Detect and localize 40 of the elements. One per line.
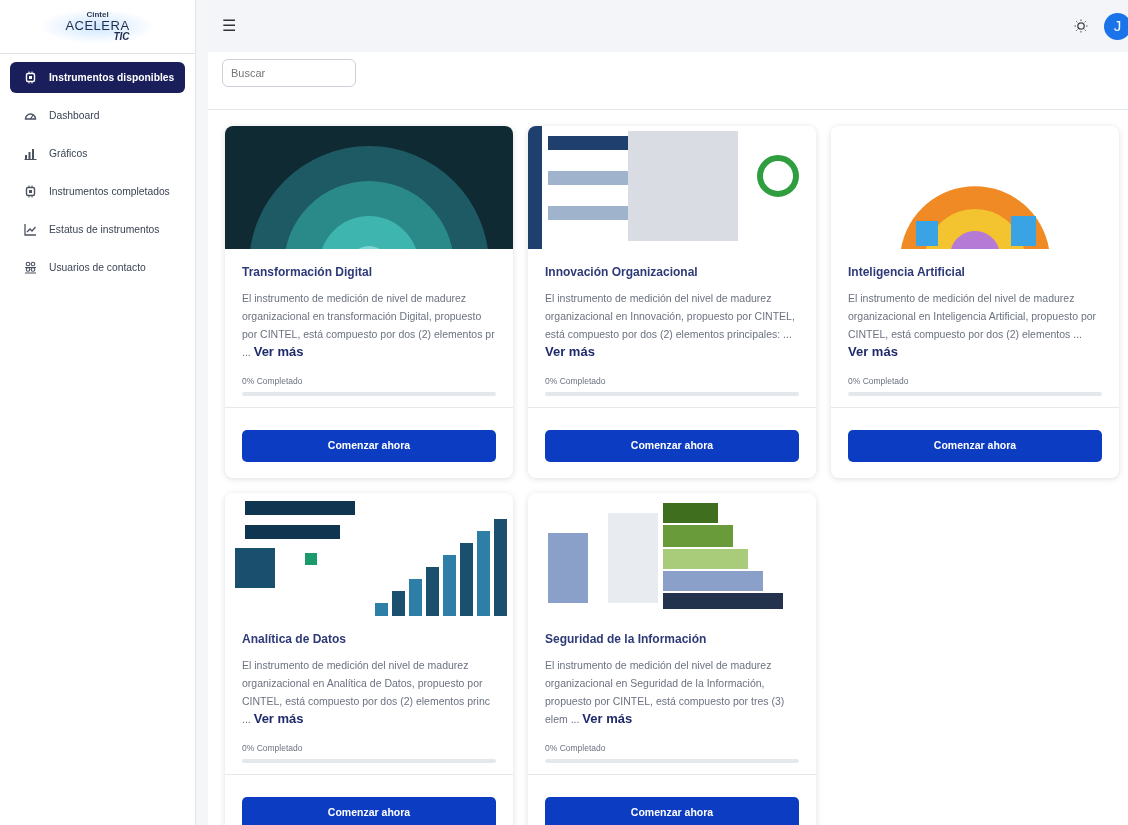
see-more-link[interactable]: Ver más xyxy=(545,344,595,359)
card-title: Transformación Digital xyxy=(242,264,374,281)
progress-label: 0% Completado xyxy=(242,742,304,755)
sidebar-item[interactable]: Estatus de instrumentos xyxy=(10,214,185,245)
line-chart-icon xyxy=(24,223,37,236)
start-button[interactable]: Comenzar ahora xyxy=(242,797,496,825)
search-field[interactable]: Buscar xyxy=(222,59,356,87)
sidebar-item[interactable]: Usuarios de contacto xyxy=(10,252,185,283)
card-description: El instrumento de medición del nivel de madurez organizacional en Analítica de Datos, propuesto por CINTEL, está compuesto por dos (2) elementos princ ... Ver más xyxy=(242,658,492,728)
progress-label: 0% Completado xyxy=(848,375,910,388)
chip-icon xyxy=(24,185,37,198)
card-description: El instrumento de medición del nivel de madurez organizacional en Innovación, propuesto por CINTEL, está compuesto por dos (2) elementos principales: ... Ver más xyxy=(545,291,796,361)
start-button[interactable]: Comenzar ahora xyxy=(545,430,799,462)
sun-icon[interactable] xyxy=(1074,19,1088,33)
card-title: Seguridad de la Información xyxy=(545,631,708,648)
start-button[interactable]: Comenzar ahora xyxy=(242,430,496,462)
users-icon xyxy=(24,261,37,274)
start-button[interactable]: Comenzar ahora xyxy=(545,797,799,825)
see-more-link[interactable]: Ver más xyxy=(253,711,304,726)
progress-label: 0% Completado xyxy=(545,742,607,755)
chip-icon xyxy=(24,71,37,84)
card-title: Innovación Organizacional xyxy=(545,264,699,281)
see-more-link[interactable]: Ver más xyxy=(848,344,898,359)
sidebar-item[interactable]: Instrumentos completados xyxy=(10,176,185,207)
sidebar-item[interactable]: Dashboard xyxy=(10,100,185,131)
see-more-link[interactable]: Ver más xyxy=(253,344,304,359)
progress-label: 0% Completado xyxy=(545,375,607,388)
card-description: El instrumento de medición de nivel de madurez organizacional en transformación Digital, propuesto por CINTEL, está compuesto por dos (2) elementos pr ... Ver más xyxy=(242,291,496,361)
menu-icon[interactable]: ☰ xyxy=(222,18,236,34)
card-title: Inteligencia Artificial xyxy=(848,264,966,281)
card-description: El instrumento de medición del nivel de madurez organizacional en Seguridad de la Información, propuesto por CINTEL, está compuesto por tres (3) elem ... Ver más xyxy=(545,658,786,728)
progress-label: 0% Completado xyxy=(242,375,304,388)
sidebar-item[interactable]: Gráficos xyxy=(10,138,185,169)
sidebar-item[interactable]: Instrumentos disponibles xyxy=(10,62,185,93)
avatar[interactable]: J xyxy=(1104,12,1128,40)
start-button[interactable]: Comenzar ahora xyxy=(848,430,1102,462)
card-title: Analítica de Datos xyxy=(242,631,348,648)
bar-chart-icon xyxy=(24,147,37,160)
see-more-link[interactable]: Ver más xyxy=(582,711,633,726)
card-description: El instrumento de medición del nivel de madurez organizacional en Inteligencia Artificial, propuesto por CINTEL, está compuesto por dos (2) elementos ... Ver más xyxy=(848,291,1098,361)
